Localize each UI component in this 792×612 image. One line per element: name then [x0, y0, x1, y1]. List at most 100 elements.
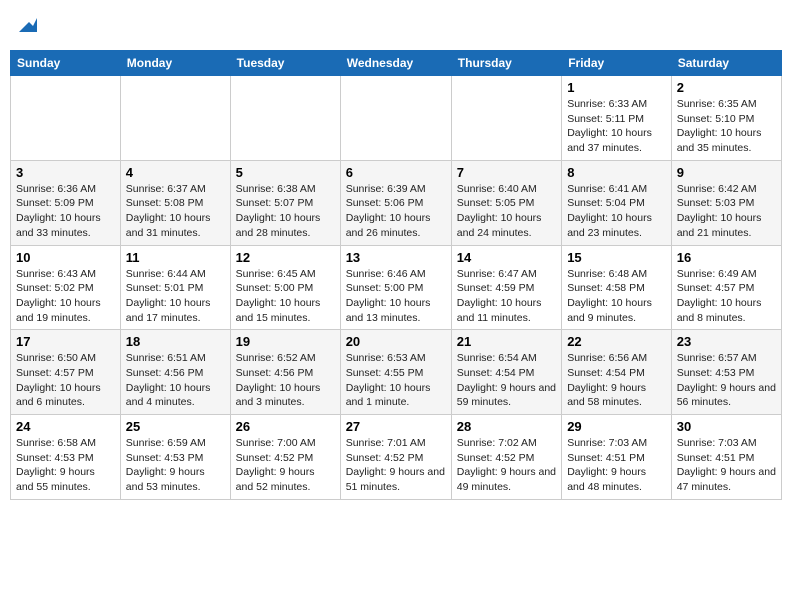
day-number: 1	[567, 80, 666, 95]
calendar-cell: 20Sunrise: 6:53 AMSunset: 4:55 PMDayligh…	[340, 330, 451, 415]
daylight-hours: Daylight: 10 hours and 23 minutes.	[567, 211, 666, 240]
calendar-week-5: 24Sunrise: 6:58 AMSunset: 4:53 PMDayligh…	[11, 415, 782, 500]
calendar-cell: 5 Sunrise: 6:38 AMSunset: 5:07 PMDaylight…	[230, 160, 340, 245]
daylight-hours: Daylight: 10 hours and 11 minutes.	[457, 296, 556, 325]
calendar-cell: 28Sunrise: 7:02 AMSunset: 4:52 PMDayligh…	[451, 415, 561, 500]
day-number: 12	[236, 250, 335, 265]
sunrise-time: Sunrise: 6:50 AM	[16, 351, 115, 366]
day-number: 15	[567, 250, 666, 265]
calendar-cell: 30Sunrise: 7:03 AMSunset: 4:51 PMDayligh…	[671, 415, 781, 500]
daylight-hours: Daylight: 10 hours and 9 minutes.	[567, 296, 666, 325]
day-info: Sunrise: 6:57 AMSunset: 4:53 PMDaylight:…	[677, 351, 776, 410]
sunset-time: Sunset: 4:57 PM	[16, 366, 115, 381]
day-info: Sunrise: 6:37 AMSunset: 5:08 PMDaylight:…	[126, 182, 225, 241]
daylight-hours: Daylight: 10 hours and 1 minute.	[346, 381, 446, 410]
sunrise-time: Sunrise: 6:49 AM	[677, 267, 776, 282]
sunrise-time: Sunrise: 7:03 AM	[677, 436, 776, 451]
calendar-cell: 29Sunrise: 7:03 AMSunset: 4:51 PMDayligh…	[562, 415, 672, 500]
daylight-hours: Daylight: 10 hours and 4 minutes.	[126, 381, 225, 410]
logo	[14, 16, 37, 36]
weekday-header-thursday: Thursday	[451, 51, 561, 76]
daylight-hours: Daylight: 10 hours and 21 minutes.	[677, 211, 776, 240]
calendar-cell: 4Sunrise: 6:37 AMSunset: 5:08 PMDaylight…	[120, 160, 230, 245]
calendar-cell: 13Sunrise: 6:46 AMSunset: 5:00 PMDayligh…	[340, 245, 451, 330]
day-info: Sunrise: 7:00 AMSunset: 4:52 PMDaylight:…	[236, 436, 335, 495]
day-number: 2	[677, 80, 776, 95]
day-number: 16	[677, 250, 776, 265]
calendar-cell: 9Sunrise: 6:42 AMSunset: 5:03 PMDaylight…	[671, 160, 781, 245]
daylight-hours: Daylight: 10 hours and 31 minutes.	[126, 211, 225, 240]
sunrise-time: Sunrise: 7:03 AM	[567, 436, 666, 451]
weekday-header-friday: Friday	[562, 51, 672, 76]
daylight-hours: Daylight: 10 hours and 33 minutes.	[16, 211, 115, 240]
calendar-cell: 7Sunrise: 6:40 AMSunset: 5:05 PMDaylight…	[451, 160, 561, 245]
daylight-hours: Daylight: 9 hours and 49 minutes.	[457, 465, 556, 494]
day-info: Sunrise: 6:50 AMSunset: 4:57 PMDaylight:…	[16, 351, 115, 410]
daylight-hours: Daylight: 9 hours and 48 minutes.	[567, 465, 666, 494]
sunset-time: Sunset: 4:54 PM	[567, 366, 666, 381]
day-number: 30	[677, 419, 776, 434]
daylight-hours: Daylight: 9 hours and 59 minutes.	[457, 381, 556, 410]
daylight-hours: Daylight: 10 hours and 17 minutes.	[126, 296, 225, 325]
calendar-cell: 24Sunrise: 6:58 AMSunset: 4:53 PMDayligh…	[11, 415, 121, 500]
calendar-cell: 25Sunrise: 6:59 AMSunset: 4:53 PMDayligh…	[120, 415, 230, 500]
daylight-hours: Daylight: 10 hours and 28 minutes.	[236, 211, 335, 240]
day-number: 11	[126, 250, 225, 265]
day-info: Sunrise: 6:46 AMSunset: 5:00 PMDaylight:…	[346, 267, 446, 326]
day-number: 28	[457, 419, 556, 434]
sunrise-time: Sunrise: 6:53 AM	[346, 351, 446, 366]
day-number: 9	[677, 165, 776, 180]
day-info: Sunrise: 6:35 AMSunset: 5:10 PMDaylight:…	[677, 97, 776, 156]
day-info: Sunrise: 6:48 AMSunset: 4:58 PMDaylight:…	[567, 267, 666, 326]
calendar-table: SundayMondayTuesdayWednesdayThursdayFrid…	[10, 50, 782, 500]
day-number: 25	[126, 419, 225, 434]
day-number: 10	[16, 250, 115, 265]
daylight-hours: Daylight: 10 hours and 19 minutes.	[16, 296, 115, 325]
calendar-cell: 23Sunrise: 6:57 AMSunset: 4:53 PMDayligh…	[671, 330, 781, 415]
day-info: Sunrise: 6:56 AMSunset: 4:54 PMDaylight:…	[567, 351, 666, 410]
day-info: Sunrise: 6:54 AMSunset: 4:54 PMDaylight:…	[457, 351, 556, 410]
daylight-hours: Daylight: 10 hours and 6 minutes.	[16, 381, 115, 410]
sunrise-time: Sunrise: 6:48 AM	[567, 267, 666, 282]
sunrise-time: Sunrise: 6:59 AM	[126, 436, 225, 451]
daylight-hours: Daylight: 9 hours and 52 minutes.	[236, 465, 335, 494]
sunrise-time: Sunrise: 6:41 AM	[567, 182, 666, 197]
calendar-cell: 6Sunrise: 6:39 AMSunset: 5:06 PMDaylight…	[340, 160, 451, 245]
sunset-time: Sunset: 4:55 PM	[346, 366, 446, 381]
day-number: 26	[236, 419, 335, 434]
day-number: 5	[236, 165, 335, 180]
sunrise-time: Sunrise: 6:45 AM	[236, 267, 335, 282]
sunset-time: Sunset: 4:59 PM	[457, 281, 556, 296]
daylight-hours: Daylight: 9 hours and 47 minutes.	[677, 465, 776, 494]
daylight-hours: Daylight: 10 hours and 35 minutes.	[677, 126, 776, 155]
calendar-cell: 19Sunrise: 6:52 AMSunset: 4:56 PMDayligh…	[230, 330, 340, 415]
day-info: Sunrise: 6:38 AMSunset: 5:07 PMDaylight:…	[236, 182, 335, 241]
calendar-week-1: 1Sunrise: 6:33 AMSunset: 5:11 PMDaylight…	[11, 76, 782, 161]
daylight-hours: Daylight: 10 hours and 13 minutes.	[346, 296, 446, 325]
page-header	[10, 10, 782, 42]
day-info: Sunrise: 6:41 AMSunset: 5:04 PMDaylight:…	[567, 182, 666, 241]
day-number: 29	[567, 419, 666, 434]
weekday-header-monday: Monday	[120, 51, 230, 76]
sunrise-time: Sunrise: 6:33 AM	[567, 97, 666, 112]
sunrise-time: Sunrise: 6:36 AM	[16, 182, 115, 197]
sunrise-time: Sunrise: 6:46 AM	[346, 267, 446, 282]
calendar-cell	[230, 76, 340, 161]
calendar-cell: 16Sunrise: 6:49 AMSunset: 4:57 PMDayligh…	[671, 245, 781, 330]
sunset-time: Sunset: 5:10 PM	[677, 112, 776, 127]
calendar-cell	[11, 76, 121, 161]
sunrise-time: Sunrise: 6:56 AM	[567, 351, 666, 366]
daylight-hours: Daylight: 9 hours and 56 minutes.	[677, 381, 776, 410]
logo-icon	[15, 14, 37, 36]
sunset-time: Sunset: 5:09 PM	[16, 196, 115, 211]
sunrise-time: Sunrise: 6:44 AM	[126, 267, 225, 282]
sunset-time: Sunset: 4:58 PM	[567, 281, 666, 296]
sunrise-time: Sunrise: 6:37 AM	[126, 182, 225, 197]
sunrise-time: Sunrise: 6:40 AM	[457, 182, 556, 197]
day-number: 8	[567, 165, 666, 180]
calendar-cell	[451, 76, 561, 161]
sunrise-time: Sunrise: 6:58 AM	[16, 436, 115, 451]
day-number: 24	[16, 419, 115, 434]
sunset-time: Sunset: 5:01 PM	[126, 281, 225, 296]
sunrise-time: Sunrise: 6:38 AM	[236, 182, 335, 197]
